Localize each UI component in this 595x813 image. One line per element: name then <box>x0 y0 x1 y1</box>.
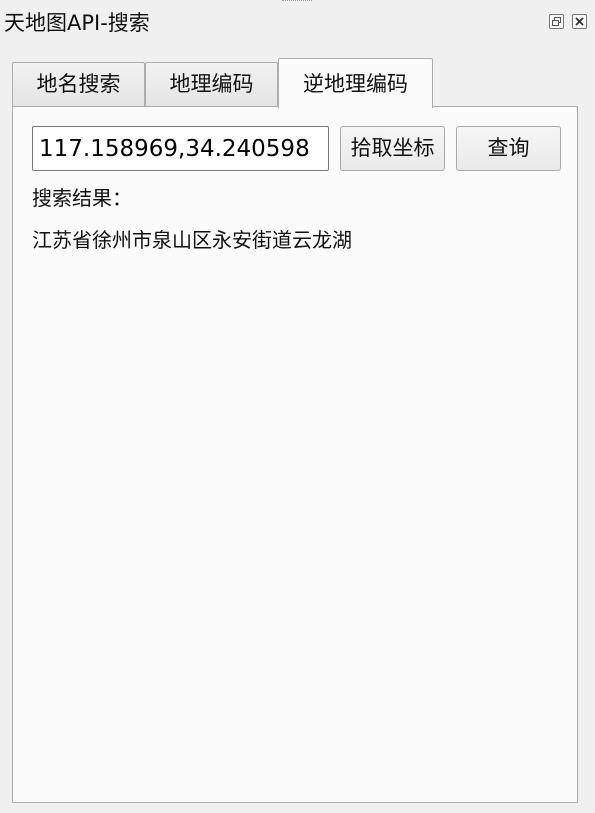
tab-reverse-geocode[interactable]: 逆地理编码 <box>278 58 433 108</box>
tab-place-search[interactable]: 地名搜索 <box>12 62 145 107</box>
tab-bar: 地名搜索 地理编码 逆地理编码 <box>12 58 578 108</box>
tab-geocode[interactable]: 地理编码 <box>145 62 278 107</box>
window-title: 天地图API-搜索 <box>4 11 150 35</box>
search-result-label: 搜索结果： <box>32 186 132 210</box>
reverse-geocode-panel: 拾取坐标 查询 搜索结果： 江苏省徐州市泉山区永安街道云龙湖 <box>12 106 578 803</box>
dock-title-bar: 天地图API-搜索 <box>0 0 595 46</box>
float-window-icon[interactable] <box>549 14 564 29</box>
query-button[interactable]: 查询 <box>456 126 561 171</box>
pick-coordinate-button[interactable]: 拾取坐标 <box>340 126 445 171</box>
search-result-text: 江苏省徐州市泉山区永安街道云龙湖 <box>32 228 352 252</box>
coordinate-input[interactable] <box>32 126 329 171</box>
close-icon[interactable] <box>572 14 587 29</box>
